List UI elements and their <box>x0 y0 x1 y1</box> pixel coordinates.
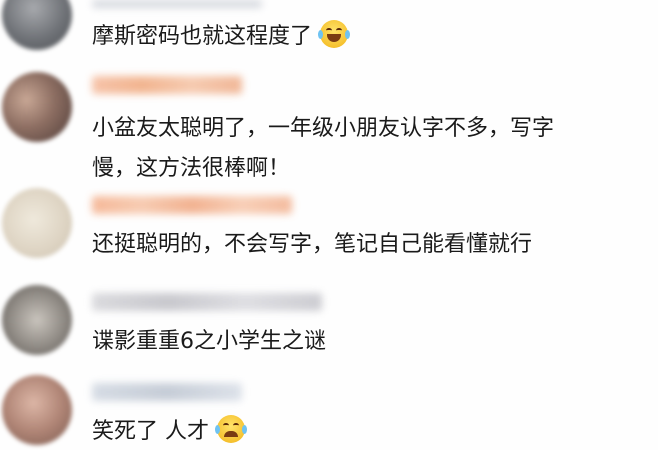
comment-text: 谍影重重6之小学生之谜 <box>92 329 326 354</box>
crying-laughing-icon <box>215 415 247 443</box>
comment-text-content: 摩斯密码也就这程度了 <box>92 24 313 49</box>
comment-text-content: 笑死了 人才 <box>92 419 209 444</box>
username-blurred <box>92 383 242 401</box>
comment-text: 摩斯密码也就这程度了 <box>92 20 351 53</box>
username-blurred <box>92 196 292 214</box>
avatar[interactable] <box>2 188 72 258</box>
avatar[interactable] <box>2 72 72 142</box>
avatar[interactable] <box>2 285 72 355</box>
username-blurred <box>92 76 242 94</box>
username-blurred <box>92 0 262 8</box>
comment-text-line-1: 小盆友太聪明了，一年级小朋友认字不多，写字 <box>92 116 555 141</box>
laughing-with-tears-icon <box>318 20 351 48</box>
comment-text-line-2: 慢，这方法很棒啊！ <box>92 156 291 181</box>
avatar[interactable] <box>2 0 72 50</box>
avatar[interactable] <box>2 375 72 445</box>
comment-text: 还挺聪明的，不会写字，笔记自己能看懂就行 <box>92 232 533 257</box>
username-blurred <box>92 293 322 311</box>
comment-text: 笑死了 人才 <box>92 415 247 448</box>
